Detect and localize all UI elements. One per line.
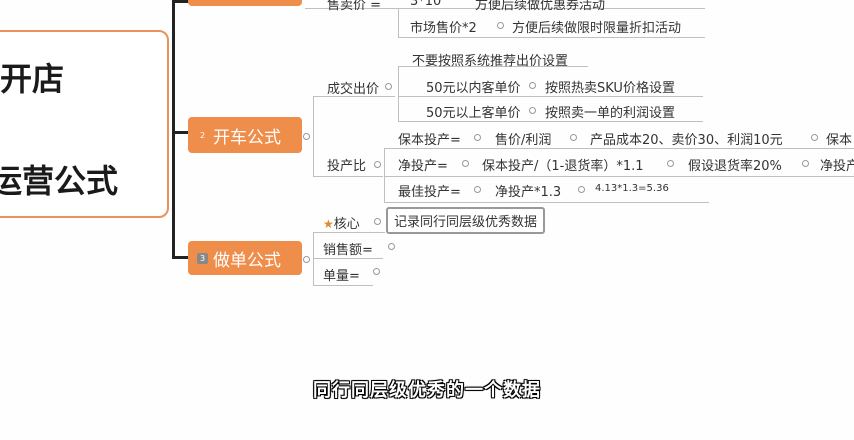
roi-r3-example: 4.13*1.3=5.36: [595, 183, 669, 194]
branch1-partial[interactable]: [188, 0, 302, 6]
deal-bid-circle: [385, 83, 392, 90]
star-icon: ★: [323, 217, 334, 231]
branch3-vline: [313, 232, 314, 286]
deal-item-2: 50元以内客单价: [426, 81, 521, 96]
branch2-collapse-circle[interactable]: [303, 133, 310, 140]
deal-item-3: 按照热卖SKU价格设置: [545, 81, 675, 96]
orders-label: 单量=: [323, 269, 360, 284]
branch3-collapse-circle[interactable]: [303, 256, 310, 263]
core-circle: [374, 218, 381, 225]
deal-row3-line: [398, 121, 703, 122]
branch2-badge: 2: [197, 129, 208, 141]
root-title-line2: 运营公式: [0, 162, 119, 200]
branch2-vline: [313, 96, 314, 176]
roi-row2-line: [384, 176, 854, 177]
top-vline: [398, 8, 399, 38]
deal-bid-label: 成交出价: [327, 82, 380, 97]
roi-vline: [384, 148, 385, 202]
sales-label: 销售额=: [323, 243, 373, 258]
market-price-label: 市场售价*2: [410, 21, 477, 36]
branch3-badge: 3: [197, 252, 208, 264]
branch3-label: 做单公式: [213, 250, 281, 271]
roi-r1-value: 售价/利润: [495, 133, 552, 148]
core-label: ★核心: [323, 213, 360, 232]
roi-circle: [374, 161, 381, 168]
core-label-text: 核心: [333, 217, 360, 232]
deal-circle-2: [529, 82, 536, 89]
branch-drive-formula[interactable]: 2 开车公式: [188, 117, 302, 153]
roi-line: [313, 176, 383, 177]
orders-circle: [373, 268, 380, 275]
roi-r2-circle1: [462, 160, 469, 167]
core-line: [313, 232, 385, 233]
deal-item-1: 不要按照系统推荐出价设置: [412, 54, 569, 69]
roi-r2-next: 净投产: [820, 159, 854, 174]
roi-row1-line: [384, 148, 854, 149]
connector-circle: [497, 22, 504, 29]
deal-row2-line: [398, 96, 703, 97]
roi-r3-value: 净投产*1.3: [495, 185, 562, 200]
orders-line: [313, 285, 373, 286]
roi-r3-circle2: [578, 186, 585, 193]
video-subtitle: 同行同层级优秀的一个数据: [313, 380, 541, 401]
branch-order-formula[interactable]: 3 做单公式: [188, 241, 302, 275]
roi-r1-circle2: [570, 134, 577, 141]
market-row-line: [398, 37, 705, 38]
roi-r1-circle1: [474, 134, 481, 141]
roi-r1-circle3: [811, 134, 818, 141]
roi-r3-label: 最佳投产=: [398, 185, 461, 200]
sale-price-note: 方便后续做优惠券活动: [475, 0, 606, 13]
deal-bid-vline: [398, 66, 399, 122]
root-title-line1: 开店: [0, 60, 65, 98]
deal-circle-3: [529, 107, 536, 114]
roi-r2-label: 净投产=: [398, 159, 448, 174]
sales-circle: [388, 243, 395, 250]
roi-label: 投产比: [327, 159, 367, 174]
roi-r1-next: 保本: [826, 133, 853, 148]
roi-r1-example: 产品成本20、卖价30、利润10元: [590, 133, 783, 148]
sale-price-value: 3*10: [410, 0, 442, 9]
core-value-selected[interactable]: 记录同行同层级优秀数据: [386, 207, 546, 234]
roi-r1-label: 保本投产=: [398, 133, 461, 148]
roi-r3-circle1: [474, 186, 481, 193]
branch2-label: 开车公式: [213, 127, 281, 148]
sales-line: [313, 258, 383, 259]
deal-item-4: 50元以上客单价: [426, 106, 521, 121]
trunk-line: [172, 0, 175, 258]
roi-row3-line: [384, 202, 709, 203]
sale-price-label: 售卖价 =: [327, 0, 382, 13]
roi-r2-circle3: [802, 160, 809, 167]
market-price-note: 方便后续做限时限量折扣活动: [512, 21, 682, 36]
roi-r2-circle2: [667, 160, 674, 167]
roi-r2-value: 保本投产/（1-退货率）*1.1: [482, 159, 644, 174]
deal-item-5: 按照卖一单的利润设置: [545, 106, 676, 121]
roi-r2-example: 假设退货率20%: [688, 159, 782, 174]
